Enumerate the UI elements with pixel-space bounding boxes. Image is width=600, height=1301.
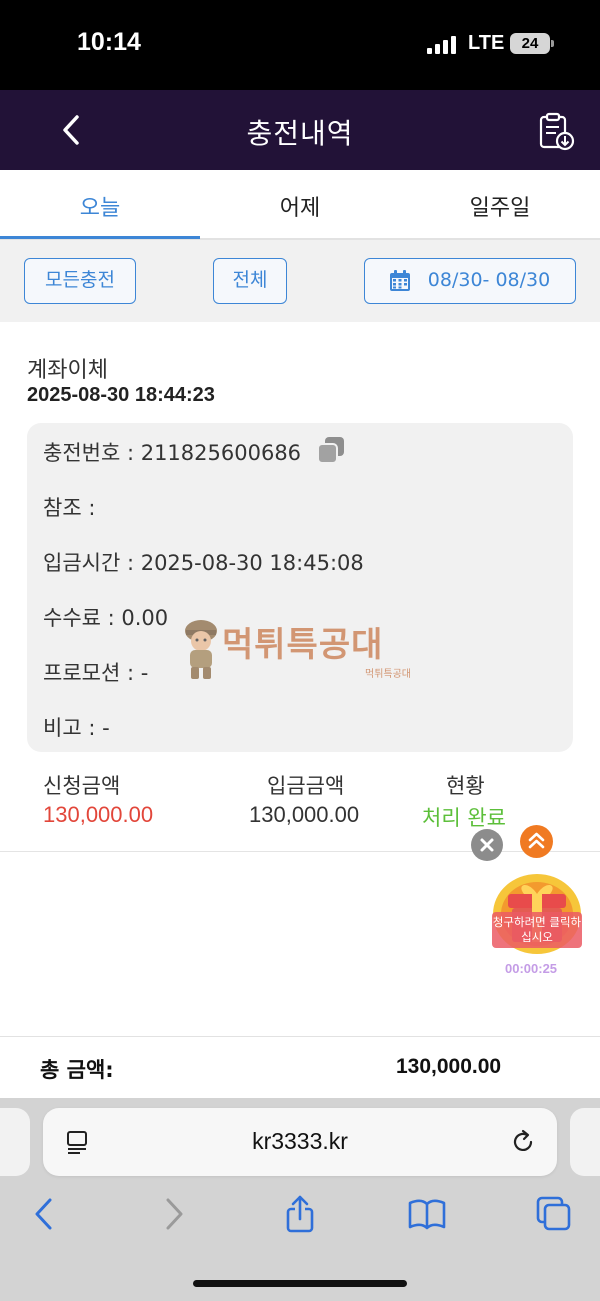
status-label: 현황 [446, 774, 485, 798]
export-button[interactable] [536, 110, 578, 152]
double-chevron-up-icon [528, 832, 545, 849]
calendar-icon [390, 270, 410, 291]
charge-number: 충전번호 : 211825600686 [43, 441, 302, 465]
active-tab-indicator [0, 236, 200, 239]
tab-yesterday[interactable]: 어제 [200, 190, 400, 222]
total-value: 130,000.00 [396, 1055, 502, 1078]
status-bar: 10:14 LTE 24 [0, 0, 600, 90]
battery-icon: 24 [510, 33, 550, 54]
battery-tip [551, 40, 554, 47]
total-label: 총 금액: [40, 1058, 114, 1082]
close-icon [480, 838, 494, 852]
requested-amount-value: 130,000.00 [43, 802, 154, 827]
fee-row: 수수료 : 0.00 [43, 606, 169, 630]
payment-method: 계좌이체 [27, 358, 108, 383]
reload-icon[interactable] [509, 1128, 537, 1156]
bookmarks-icon[interactable] [407, 1194, 447, 1234]
page-title: 충전내역 [246, 117, 354, 150]
share-icon[interactable] [280, 1194, 320, 1234]
promotion-row: 프로모션 : - [43, 661, 149, 685]
tabs-overview-icon[interactable] [534, 1194, 574, 1234]
browser-toolbar: kr3333.kr [0, 1098, 600, 1301]
tab-week[interactable]: 일주일 [400, 190, 600, 222]
home-indicator [193, 1280, 407, 1287]
charge-type-filter[interactable]: 모든충전 [24, 258, 136, 304]
copy-icon[interactable] [315, 434, 347, 466]
watermark-sub: 먹튀특공대 [365, 669, 411, 680]
charge-number-row: 충전번호 : 211825600686 [43, 437, 301, 467]
network-type: LTE [468, 32, 505, 54]
status-time: 10:14 [77, 28, 141, 56]
close-promo-button[interactable] [471, 829, 503, 861]
scroll-top-button[interactable] [520, 825, 553, 858]
deposited-amount-value: 130,000.00 [249, 802, 360, 827]
next-tab-pill[interactable] [570, 1108, 600, 1176]
status-value: 처리 완료 [422, 806, 506, 830]
tab-today[interactable]: 오늘 [0, 190, 200, 222]
charge-record-card: 계좌이체 2025-08-30 18:44:23 충전번호 : 21182560… [0, 322, 600, 852]
watermark-title: 먹튀특공대 [222, 625, 384, 665]
period-tabs: 오늘 어제 일주일 [0, 170, 600, 240]
forward-nav-icon[interactable] [154, 1194, 194, 1234]
back-nav-icon[interactable] [24, 1194, 64, 1234]
address-bar[interactable]: kr3333.kr [43, 1108, 557, 1176]
gift-promo-label: 청구하려면 클릭하십시오 [492, 912, 582, 948]
deposited-amount-label: 입금금액 [267, 774, 345, 798]
soldier-mascot-icon [185, 620, 217, 679]
status-filter[interactable]: 전체 [213, 258, 287, 304]
requested-amount-label: 신청금액 [43, 774, 121, 798]
promo-timer: 00:00:25 [505, 961, 558, 976]
total-bar: 총 금액: 130,000.00 [0, 1036, 600, 1098]
detail-box: 충전번호 : 211825600686 참조 : 입금시간 : 2025-08-… [27, 423, 573, 752]
filter-bar: 모든충전 전체 08/30- 08/30 [0, 240, 600, 322]
app-header: 충전내역 [0, 90, 600, 170]
note-row: 비고 : - [43, 716, 110, 740]
reference-row: 참조 : [43, 496, 96, 520]
url-text: kr3333.kr [252, 1128, 348, 1154]
date-range-text: 08/30- 08/30 [427, 269, 551, 291]
signal-icon [427, 36, 459, 54]
date-range-filter[interactable]: 08/30- 08/30 [364, 258, 576, 304]
previous-tab-pill[interactable] [0, 1108, 30, 1176]
watermark: 먹튀특공대 먹튀특공대 [180, 617, 420, 687]
deposit-time-row: 입금시간 : 2025-08-30 18:45:08 [43, 551, 364, 575]
record-datetime: 2025-08-30 18:44:23 [27, 384, 215, 406]
clipboard-download-icon [539, 112, 575, 151]
